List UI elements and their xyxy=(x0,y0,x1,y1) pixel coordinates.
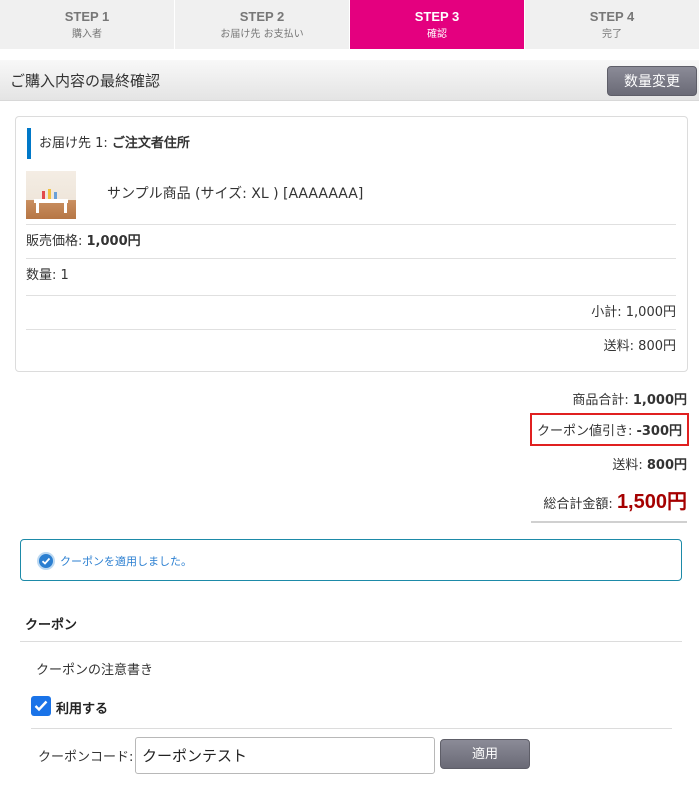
use-coupon-checkbox[interactable] xyxy=(31,696,51,716)
coupon-discount-label: クーポン値引き: xyxy=(536,424,637,439)
product-thumbnail xyxy=(26,171,76,219)
quantity-row: 数量: 1 xyxy=(26,258,676,295)
use-divider xyxy=(31,728,672,729)
destination-prefix: お届け先 1: xyxy=(39,136,112,151)
check-circle-icon xyxy=(37,552,55,570)
delivery-destination-label: お届け先 1: ご注文者住所 xyxy=(27,128,190,159)
shipping-total-label: 送料: xyxy=(612,458,647,473)
step-title: STEP 2 xyxy=(239,9,285,24)
product-name: サンプル商品 (サイズ: XL ) [AAAAAAA] xyxy=(107,186,364,202)
destination-name: ご注文者住所 xyxy=(111,136,190,151)
coupon-code-label: クーポンコード: xyxy=(38,750,134,765)
product-total-value: 1,000円 xyxy=(632,393,687,408)
coupon-discount-value: -300円 xyxy=(636,424,682,439)
subtotal-text: 小計: 1,000円 xyxy=(591,305,676,320)
subtotal-row: 小計: 1,000円 xyxy=(26,295,676,329)
step-subtitle: お届け先 お支払い xyxy=(220,29,304,40)
grand-total-label: 総合計金額: xyxy=(543,497,617,512)
section-header: ご購入内容の最終確認 数量変更 xyxy=(0,60,699,101)
step-subtitle: 購入者 xyxy=(72,29,102,40)
shipping-text: 送料: 800円 xyxy=(603,339,676,354)
shipping-row: 送料: 800円 xyxy=(26,329,676,363)
coupon-applied-notice: クーポンを適用しました。 xyxy=(20,539,682,581)
product-total-label: 商品合計: xyxy=(572,393,633,408)
apply-coupon-button[interactable]: 適用 xyxy=(440,739,530,769)
grand-total-value: 1,500円 xyxy=(616,491,687,513)
coupon-divider xyxy=(20,641,682,642)
price-value: 1,000円 xyxy=(86,234,141,249)
step-4: STEP 4 完了 xyxy=(525,0,699,49)
step-subtitle: 確認 xyxy=(427,29,447,40)
shipping-total: 送料: 800円 xyxy=(612,454,687,473)
step-3-current: STEP 3 確認 xyxy=(350,0,525,49)
coupon-code-input[interactable] xyxy=(135,737,435,774)
page-title: ご購入内容の最終確認 xyxy=(10,72,161,90)
price-row: 販売価格: 1,000円 xyxy=(26,224,676,258)
step-subtitle: 完了 xyxy=(602,29,622,40)
checkout-steps: STEP 1 購入者 STEP 2 お届け先 お支払い STEP 3 確認 ST… xyxy=(0,0,699,49)
step-title: STEP 4 xyxy=(589,9,635,24)
grand-total: 総合計金額: 1,500円 xyxy=(543,485,687,514)
use-coupon-label[interactable]: 利用する xyxy=(56,698,108,717)
step-2: STEP 2 お届け先 お支払い xyxy=(175,0,350,49)
step-title: STEP 1 xyxy=(64,9,110,24)
change-quantity-button[interactable]: 数量変更 xyxy=(607,66,697,96)
shipping-total-value: 800円 xyxy=(646,458,687,473)
grand-total-divider xyxy=(531,521,687,523)
delivery-card: お届け先 1: ご注文者住所 サンプル商品 (サイズ: XL ) [AAAAAA… xyxy=(15,116,688,372)
notice-text: クーポンを適用しました。 xyxy=(60,555,192,568)
quantity-text: 数量: 1 xyxy=(26,268,69,283)
step-title: STEP 3 xyxy=(414,9,460,24)
coupon-section-title: クーポン xyxy=(25,618,78,633)
coupon-discount: クーポン値引き: -300円 xyxy=(529,413,689,446)
product-total: 商品合計: 1,000円 xyxy=(572,389,687,408)
coupon-note: クーポンの注意書き xyxy=(36,663,154,678)
step-1: STEP 1 購入者 xyxy=(0,0,175,49)
price-label: 販売価格: xyxy=(26,234,87,249)
